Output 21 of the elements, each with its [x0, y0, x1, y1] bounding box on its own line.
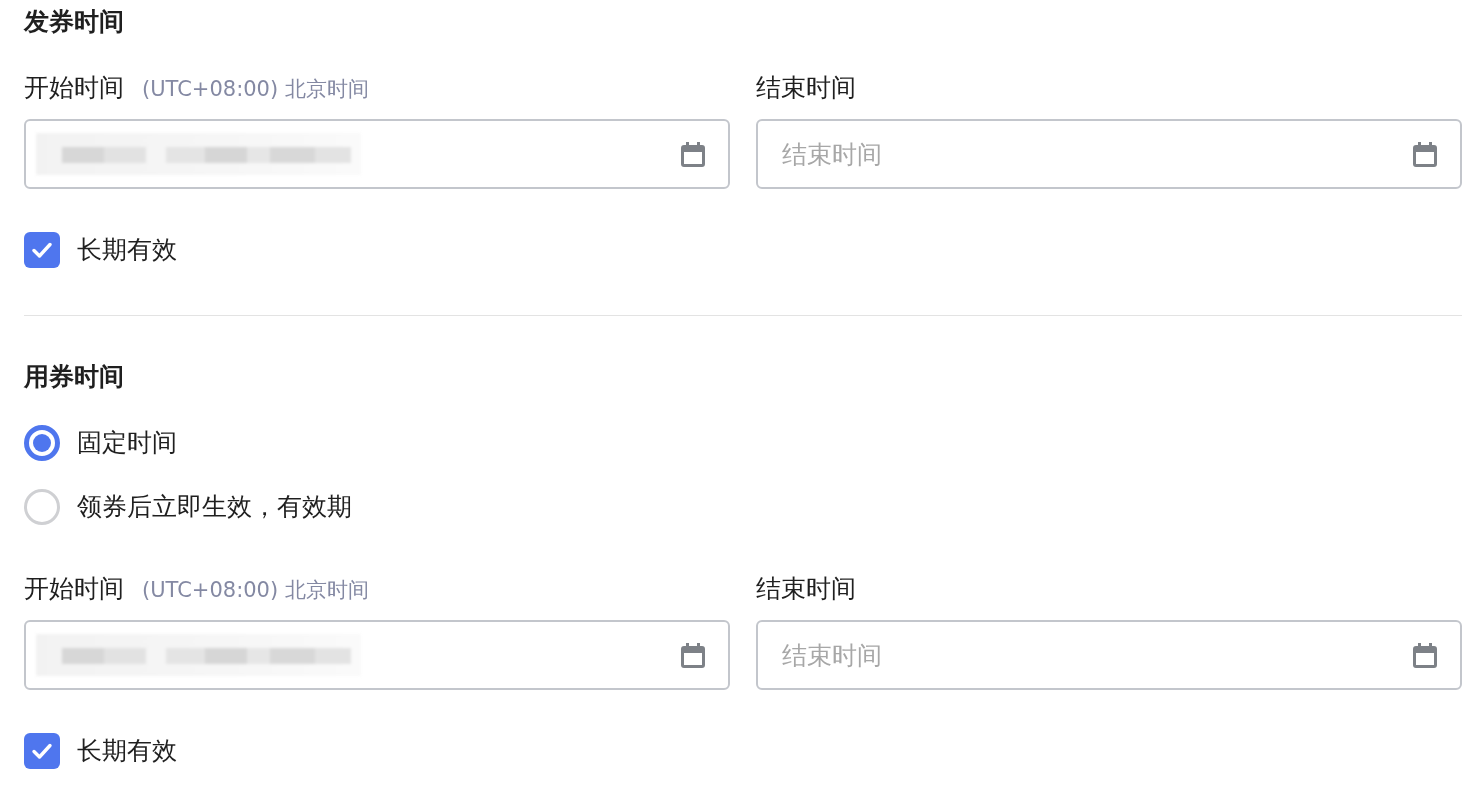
end-date-field[interactable]: 结束时间 [756, 620, 1462, 690]
field-label: 开始时间 [24, 72, 124, 104]
radio-label[interactable]: 领券后立即生效，有效期 [77, 489, 352, 525]
field-label: 结束时间 [756, 573, 856, 605]
section-title: 发券时间 [24, 6, 125, 38]
field-label: 结束时间 [756, 72, 856, 104]
end-date-field[interactable]: 结束时间 [756, 119, 1462, 189]
checkbox-label[interactable]: 长期有效 [77, 733, 177, 769]
calendar-icon[interactable] [1413, 142, 1437, 167]
checkbox[interactable] [24, 232, 60, 268]
radio-label[interactable]: 固定时间 [77, 425, 177, 461]
field-label: 开始时间 [24, 573, 124, 605]
calendar-icon[interactable] [1413, 643, 1437, 668]
time-zone-hint: (UTC+08:00) 北京时间 [142, 76, 369, 103]
calendar-icon[interactable] [681, 142, 705, 167]
checkbox[interactable] [24, 733, 60, 769]
checkbox-label[interactable]: 长期有效 [77, 232, 177, 268]
radio-button[interactable] [24, 425, 60, 461]
calendar-icon[interactable] [681, 643, 705, 668]
section-title: 用券时间 [24, 361, 125, 393]
time-zone-hint: (UTC+08:00) 北京时间 [142, 577, 369, 604]
